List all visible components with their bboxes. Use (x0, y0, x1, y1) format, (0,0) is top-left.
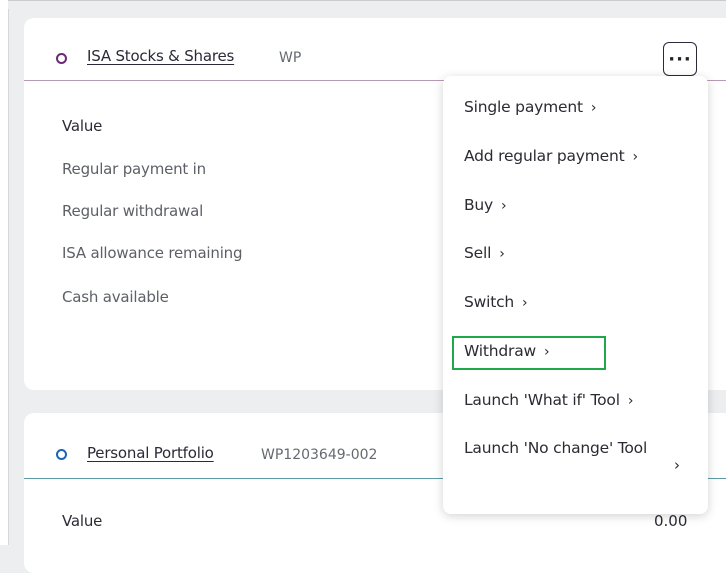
chevron-right-icon: › (590, 100, 597, 116)
row-value: 0.00 (654, 512, 688, 530)
menu-item-label: Switch (464, 293, 515, 311)
menu-item-label: Withdraw (464, 342, 536, 360)
account-status-circle-icon (56, 53, 67, 64)
menu-item-launch-what-if-tool[interactable]: Launch 'What if' Tool › (464, 391, 633, 409)
account-actions-menu: Single payment › Add regular payment › Buy… (443, 76, 708, 514)
window-top-edge (8, 0, 726, 9)
menu-item-sell[interactable]: Sell › (464, 244, 505, 262)
row-label-value: Value (62, 512, 103, 530)
row-label-isa-allowance: ISA allowance remaining (62, 244, 243, 262)
chevron-right-icon: › (674, 456, 680, 474)
chevron-right-icon: › (632, 149, 639, 165)
menu-item-label: Add regular payment (464, 147, 625, 165)
menu-item-label: Buy (464, 196, 494, 214)
account-status-circle-icon (56, 449, 67, 460)
chevron-right-icon: › (543, 344, 550, 360)
row-label-regular-withdrawal: Regular withdrawal (62, 202, 204, 220)
menu-item-buy[interactable]: Buy › (464, 196, 507, 214)
row-label-cash-available: Cash available (62, 288, 169, 306)
chevron-right-icon: › (522, 295, 528, 311)
account-id: WP1203649-002 (261, 447, 378, 463)
menu-item-add-regular-payment[interactable]: Add regular payment › (464, 147, 638, 165)
row-label-regular-payment-in: Regular payment in (62, 160, 206, 178)
account-id: WP (279, 50, 302, 66)
ellipsis-icon: ··· (668, 48, 692, 70)
menu-item-launch-no-change-tool[interactable]: Launch 'No change' Tool (464, 434, 654, 463)
menu-item-label: Launch 'What if' Tool (464, 391, 620, 409)
chevron-right-icon: › (627, 393, 634, 409)
window-left-edge (0, 0, 9, 545)
account-name-link[interactable]: Personal Portfolio (87, 444, 214, 462)
chevron-right-icon: › (501, 198, 507, 214)
row-label-value: Value (62, 117, 103, 135)
account-card-header: ISA Stocks & Shares WP ··· (24, 18, 726, 81)
menu-item-label: Sell (464, 244, 492, 262)
menu-item-withdraw[interactable]: Withdraw › (464, 342, 550, 360)
menu-item-label: Single payment (464, 98, 583, 116)
menu-item-label: Launch 'No change' Tool (464, 439, 648, 457)
more-options-button[interactable]: ··· (663, 42, 697, 76)
menu-item-single-payment[interactable]: Single payment › (464, 98, 596, 116)
menu-item-switch[interactable]: Switch › (464, 293, 528, 311)
chevron-right-icon: › (499, 246, 505, 262)
account-name-link[interactable]: ISA Stocks & Shares (87, 47, 234, 65)
